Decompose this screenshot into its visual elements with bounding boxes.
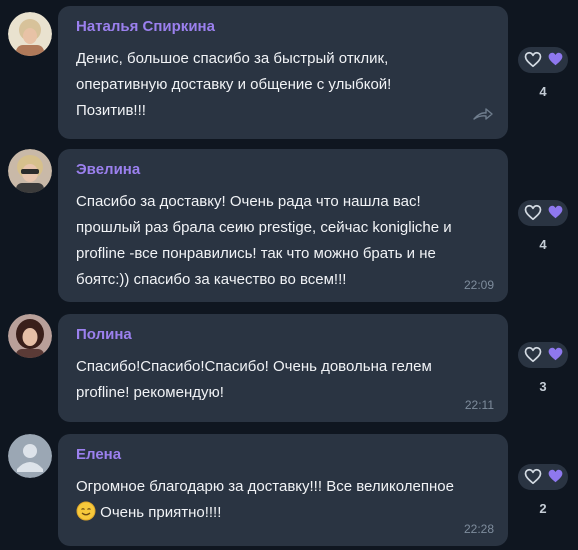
reaction-count: 3 (539, 379, 547, 394)
message-time: 22:28 (463, 522, 494, 536)
message-text: Спасибо!Спасибо!Спасибо! Очень довольна … (76, 358, 432, 401)
smiling-face-emoji (76, 501, 96, 521)
avatar[interactable] (8, 149, 52, 193)
author-name[interactable]: Эвелина (76, 161, 140, 178)
default-avatar-icon (8, 434, 52, 478)
avatar-photo (8, 149, 52, 193)
message-bubble[interactable]: Эвелина Спасибо за доставку! Очень рада … (58, 149, 508, 302)
purple-heart-icon (548, 205, 563, 219)
message-bubble[interactable]: Полина Спасибо!Спасибо!Спасибо! Очень до… (58, 314, 508, 422)
reaction-count: 4 (539, 84, 547, 99)
reaction-button[interactable] (518, 464, 568, 490)
message-bubble[interactable]: Наталья Спиркина Денис, большое спасибо … (58, 6, 508, 139)
reaction-count: 2 (539, 501, 547, 516)
purple-heart-icon (548, 347, 563, 361)
reaction-button[interactable] (518, 200, 568, 226)
avatar[interactable] (8, 434, 52, 478)
purple-heart-icon (548, 52, 563, 66)
message-text: Спасибо за доставку! Очень рада что нашл… (76, 193, 452, 288)
message-text: Денис, большое спасибо за быстрый отклик… (76, 50, 392, 119)
heart-outline-icon (524, 51, 542, 68)
avatar[interactable] (8, 314, 52, 358)
message-time: 22:11 (464, 398, 494, 412)
reaction-count: 4 (539, 237, 547, 252)
avatar-photo (8, 314, 52, 358)
avatar-photo (8, 12, 52, 56)
reaction-button[interactable] (518, 47, 568, 73)
heart-outline-icon (524, 346, 542, 363)
avatar[interactable] (8, 12, 52, 56)
author-name[interactable]: Наталья Спиркина (76, 18, 215, 35)
author-name[interactable]: Полина (76, 326, 132, 343)
heart-outline-icon (524, 468, 542, 485)
forward-icon[interactable] (472, 106, 494, 127)
author-name[interactable]: Елена (76, 446, 121, 463)
message-text: Огромное благодарю за доставку!!! Все ве… (76, 478, 454, 521)
purple-heart-icon (548, 469, 563, 483)
heart-outline-icon (524, 204, 542, 221)
reaction-button[interactable] (518, 342, 568, 368)
message-time: 22:09 (463, 278, 494, 292)
message-bubble[interactable]: Елена Огромное благодарю за доставку!!! … (58, 434, 508, 546)
